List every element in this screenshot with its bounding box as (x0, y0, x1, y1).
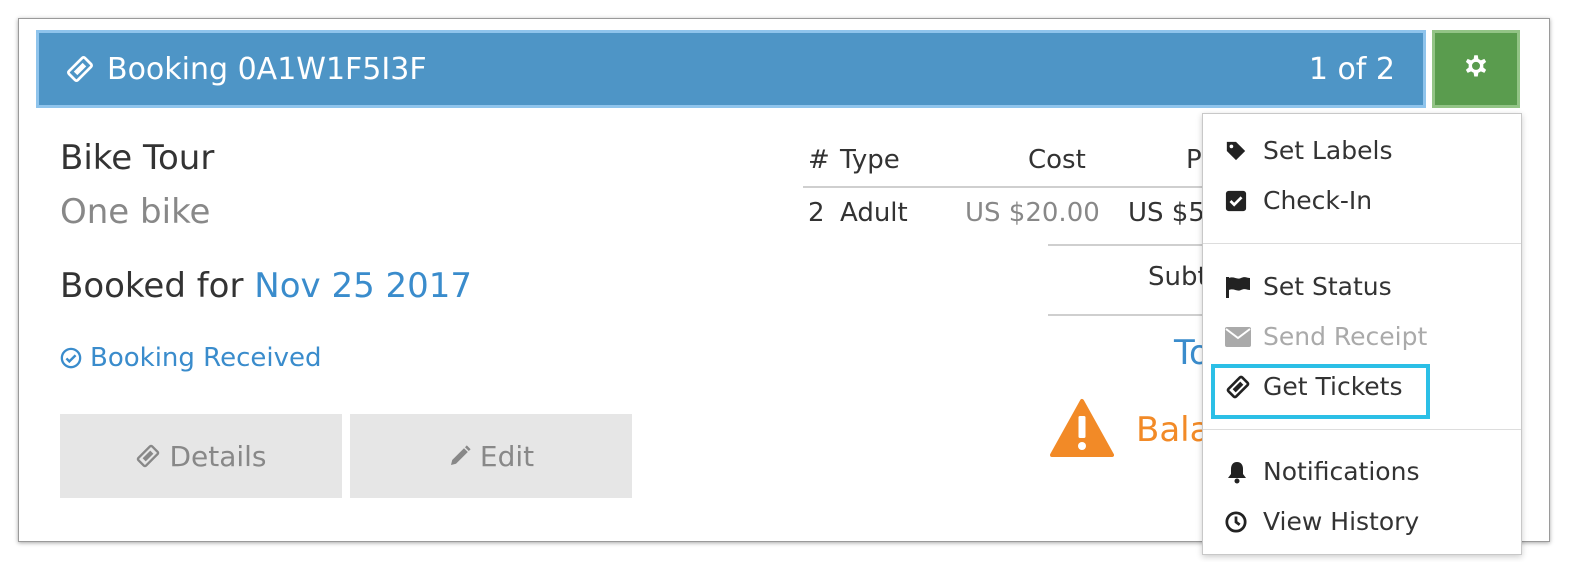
edit-label: Edit (479, 439, 535, 473)
clock-icon (1225, 510, 1253, 533)
row-type: Adult (840, 198, 908, 228)
tour-subtitle: One bike (60, 192, 211, 232)
tag-icon (1225, 140, 1253, 162)
menu-item-label: View History (1263, 507, 1420, 536)
subtotal-label: Subt (1148, 262, 1208, 292)
warning-icon (1050, 398, 1114, 462)
menu-item-label: Set Status (1263, 272, 1392, 301)
booked-for-date[interactable]: Nov 25 2017 (254, 266, 472, 306)
bell-icon (1225, 460, 1253, 484)
menu-item-label: Check-In (1263, 186, 1373, 215)
settings-dropdown-menu: Set Labels Check-In Set Status Send Rece… (1202, 113, 1522, 555)
row-num: 2 (808, 198, 825, 228)
envelope-icon (1225, 326, 1253, 347)
booking-title: Booking 0A1W1F5I3F (107, 51, 427, 87)
ticket-icon (135, 443, 161, 469)
get-tickets-highlight (1211, 364, 1430, 419)
balance-label: Bala (1136, 410, 1211, 450)
booking-header: Booking 0A1W1F5I3F 1 of 2 (36, 30, 1426, 108)
edit-button[interactable]: Edit (350, 414, 632, 498)
menu-item-notifications[interactable]: Notifications (1225, 457, 1419, 486)
booking-pager: 1 of 2 (1308, 51, 1395, 87)
booking-status-label: Booking Received (90, 343, 322, 373)
ticket-icon (65, 54, 95, 84)
table-header-divider (803, 186, 1203, 188)
checkbox-icon (1225, 190, 1253, 212)
menu-divider (1203, 243, 1521, 244)
menu-item-label: Send Receipt (1263, 322, 1428, 351)
menu-divider (1203, 429, 1521, 430)
menu-item-set-status[interactable]: Set Status (1225, 272, 1392, 301)
menu-item-view-history[interactable]: View History (1225, 507, 1419, 536)
col-header-cost: Cost (1028, 145, 1086, 175)
details-label: Details (169, 439, 267, 473)
booked-for-label: Booked for (60, 266, 244, 306)
gear-icon (1461, 54, 1491, 84)
menu-item-label: Set Labels (1263, 136, 1393, 165)
booked-for: Booked for Nov 25 2017 (60, 266, 472, 306)
booking-status[interactable]: Booking Received (60, 343, 321, 373)
col-header-price: P (1186, 145, 1202, 175)
row-cost: US $20.00 (965, 198, 1100, 228)
total-divider (1048, 314, 1203, 316)
col-header-type: Type (840, 145, 900, 175)
settings-button[interactable] (1432, 30, 1520, 108)
flag-icon (1225, 276, 1253, 298)
menu-item-set-labels[interactable]: Set Labels (1225, 136, 1392, 165)
check-circle-icon (60, 347, 82, 369)
pencil-icon (448, 444, 472, 468)
menu-item-label: Notifications (1263, 457, 1420, 486)
tour-title: Bike Tour (60, 138, 215, 178)
col-header-num: # (808, 145, 830, 175)
row-price: US $5 (1128, 198, 1205, 228)
subtotal-divider (1048, 244, 1203, 246)
menu-item-check-in[interactable]: Check-In (1225, 186, 1372, 215)
details-button[interactable]: Details (60, 414, 342, 498)
menu-item-send-receipt[interactable]: Send Receipt (1225, 322, 1427, 351)
